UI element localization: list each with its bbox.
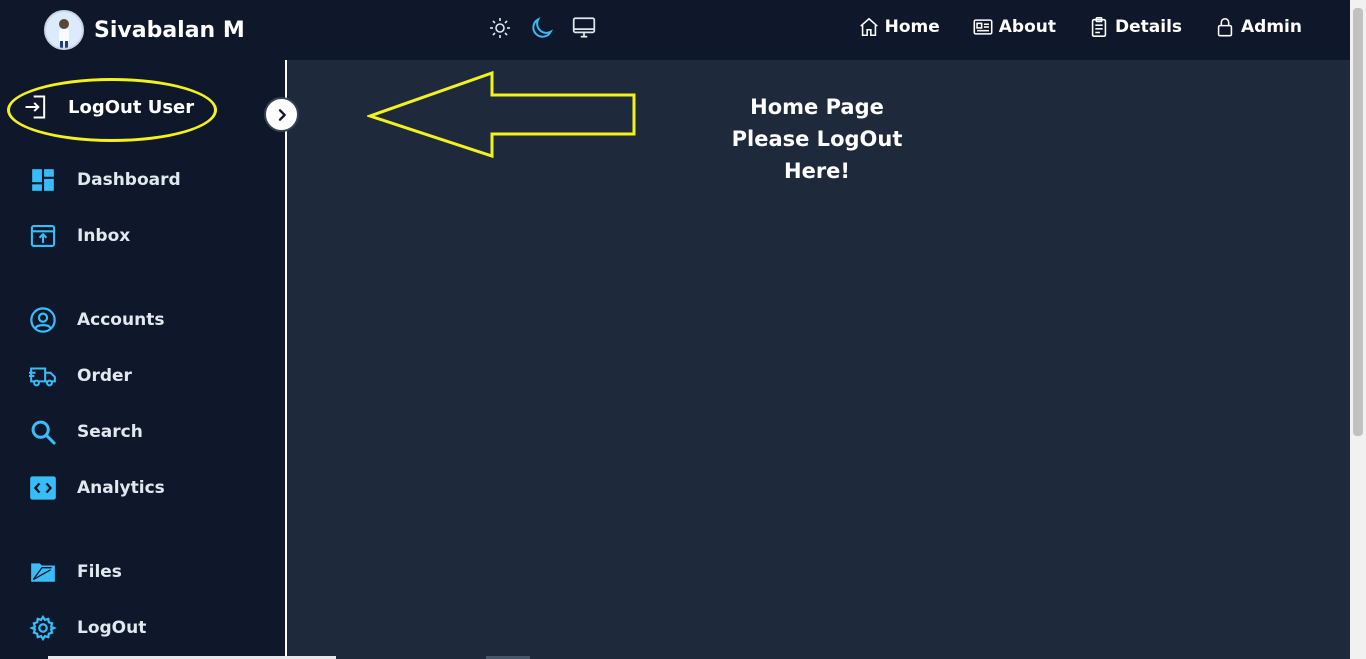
sidebar-item-label: Accounts xyxy=(77,310,165,330)
sidebar: LogOut User Dashboard Inbox Accounts Ord… xyxy=(0,60,299,659)
lock-icon xyxy=(1217,17,1233,37)
theme-switcher xyxy=(486,14,598,42)
main-content: Home Page Please LogOut Here! xyxy=(289,60,1350,659)
sidebar-item-label: Analytics xyxy=(77,478,165,498)
nav-admin[interactable]: Admin xyxy=(1214,16,1302,38)
sidebar-item-label: Files xyxy=(77,562,122,582)
sidebar-item-label: Order xyxy=(77,366,132,386)
dashboard-icon xyxy=(29,166,57,194)
sidebar-item-logout[interactable]: LogOut xyxy=(29,614,146,642)
nav-details-label: Details xyxy=(1115,17,1183,37)
id-card-icon xyxy=(973,19,993,35)
inbox-icon xyxy=(29,222,57,250)
sidebar-item-label: LogOut xyxy=(77,618,147,638)
sidebar-toggle-button[interactable] xyxy=(264,97,299,132)
nav-details[interactable]: Details xyxy=(1088,16,1182,38)
avatar[interactable] xyxy=(44,10,84,50)
nav-home[interactable]: Home xyxy=(858,16,940,38)
user-circle-icon xyxy=(29,306,57,334)
clipboard-icon xyxy=(1091,17,1107,37)
page-title: Home Page xyxy=(750,95,884,119)
folder-icon xyxy=(29,558,57,586)
nav-home-label: Home xyxy=(884,17,940,37)
brand[interactable]: Sivabalan M xyxy=(44,10,245,50)
sidebar-item-dashboard[interactable]: Dashboard xyxy=(29,166,181,194)
sidebar-item-label: Search xyxy=(77,422,143,442)
truck-icon xyxy=(29,362,57,390)
gear-icon xyxy=(29,614,57,642)
main-message: Home Page Please LogOut Here! xyxy=(697,91,937,187)
vertical-scrollbar[interactable] xyxy=(1350,0,1366,659)
sidebar-item-label: Dashboard xyxy=(77,170,181,190)
brand-name: Sivabalan M xyxy=(94,17,245,43)
code-icon xyxy=(29,474,57,502)
top-navbar: Sivabalan M Home About Details Admin xyxy=(0,0,1350,60)
sign-in-icon xyxy=(25,95,46,119)
sidebar-item-accounts[interactable]: Accounts xyxy=(29,306,164,334)
nav-about[interactable]: About xyxy=(972,16,1056,38)
sidebar-item-files[interactable]: Files xyxy=(29,558,122,586)
monitor-icon[interactable] xyxy=(570,14,598,42)
sun-icon[interactable] xyxy=(486,14,514,42)
home-icon xyxy=(859,17,878,37)
moon-icon[interactable] xyxy=(528,14,556,42)
chevron-right-icon xyxy=(278,108,286,121)
page-subtitle: Please LogOut Here! xyxy=(731,127,903,183)
sidebar-item-inbox[interactable]: Inbox xyxy=(29,222,130,250)
sidebar-item-analytics[interactable]: Analytics xyxy=(29,474,165,502)
sidebar-item-order[interactable]: Order xyxy=(29,362,132,390)
sidebar-item-search[interactable]: Search xyxy=(29,418,143,446)
logout-user-label: LogOut User xyxy=(68,96,195,118)
nav-admin-label: Admin xyxy=(1241,17,1302,37)
arrow-annotation xyxy=(367,70,636,159)
logout-user-button[interactable]: LogOut User xyxy=(22,93,194,121)
main-nav: Home About Details Admin xyxy=(858,16,1302,38)
scrollbar-thumb[interactable] xyxy=(1353,8,1363,436)
nav-about-label: About xyxy=(998,17,1056,37)
search-icon xyxy=(29,418,57,446)
sidebar-item-label: Inbox xyxy=(77,226,131,246)
